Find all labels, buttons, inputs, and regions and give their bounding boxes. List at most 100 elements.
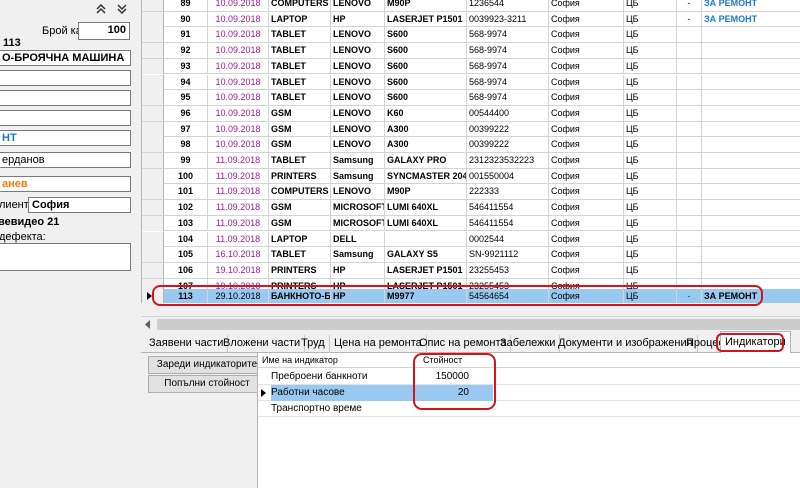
orange-status-field[interactable]: анев xyxy=(0,176,131,192)
row-indicator[interactable] xyxy=(142,184,164,200)
row-indicator[interactable] xyxy=(142,231,164,247)
row-indicator[interactable] xyxy=(142,43,164,59)
row-date: 10.09.2018 xyxy=(208,74,269,90)
expand-down-icon[interactable] xyxy=(114,1,130,17)
row-indicator[interactable] xyxy=(142,168,164,184)
row-indicator[interactable] xyxy=(142,11,164,27)
repairs-grid[interactable]: 89 10.09.2018 COMPUTERS LENOVO M90P 1236544 Со… xyxy=(141,0,800,303)
row-type: TABLET xyxy=(269,247,331,263)
row-model: M90P xyxy=(385,184,467,200)
fill-value-button[interactable]: Попълни стойност xyxy=(148,375,266,393)
indicator-value[interactable]: 150000 xyxy=(408,369,493,385)
cards-count-field[interactable]: 100 xyxy=(78,22,130,40)
row-date: 16.10.2018 xyxy=(208,247,269,263)
row-model: M9977 xyxy=(385,289,467,303)
row-flag: - xyxy=(677,289,702,303)
row-serial: 568-9974 xyxy=(467,58,549,74)
device-title-field[interactable]: О-БРОЯЧНА МАШИНА xyxy=(0,50,131,66)
tab[interactable]: Заявени части xyxy=(145,335,229,353)
indicator-row-selected[interactable]: Работни часове 20 xyxy=(258,385,800,401)
row-indicator[interactable] xyxy=(142,27,164,43)
row-date: 10.09.2018 xyxy=(208,137,269,153)
row-indicator[interactable] xyxy=(142,137,164,153)
table-row[interactable]: 102 11.09.2018 GSM MICROSOFT LUMI 640XL 54641… xyxy=(142,200,800,216)
left-panel-header xyxy=(0,0,141,18)
row-indicator[interactable] xyxy=(142,105,164,121)
row-serial: 568-9974 xyxy=(467,27,549,43)
indicator-row[interactable]: Транспортно време xyxy=(258,401,800,417)
row-flag xyxy=(677,200,702,216)
row-indicator[interactable] xyxy=(142,90,164,106)
table-row[interactable]: 90 10.09.2018 LAPTOP HP LASERJET P1501 003992… xyxy=(142,11,800,28)
row-type: TABLET xyxy=(269,90,331,106)
horizontal-scrollbar[interactable] xyxy=(141,316,800,331)
table-row[interactable]: 106 19.10.2018 PRINTERS HP LASERJET P1501 232… xyxy=(142,262,800,279)
table-row[interactable]: 105 16.10.2018 TABLET Samsung GALAXY S5 SN-99… xyxy=(142,247,800,263)
client-field[interactable]: София xyxy=(28,197,131,213)
indicator-value[interactable]: 20 xyxy=(408,385,493,401)
tab[interactable]: Вложени части xyxy=(219,335,306,353)
name-field[interactable]: ерданов xyxy=(0,152,131,168)
row-date: 11.09.2018 xyxy=(208,231,269,247)
row-number: 113 xyxy=(164,289,208,303)
row-city: София xyxy=(549,105,624,121)
text-field-1[interactable] xyxy=(0,70,131,86)
table-row[interactable]: 94 10.09.2018 TABLET LENOVO S600 568-9974 Софи… xyxy=(142,74,800,91)
table-row[interactable]: 91 10.09.2018 TABLET LENOVO S600 568-9974 Софи… xyxy=(142,27,800,44)
table-row[interactable]: 96 10.09.2018 GSM LENOVO K60 00544400 София ЦБ xyxy=(142,105,800,122)
status-field[interactable]: НТ xyxy=(0,130,131,146)
row-serial: 001550004 xyxy=(467,168,549,184)
tab[interactable]: Труд xyxy=(297,335,330,353)
card-number: 113 xyxy=(3,37,21,49)
row-type: PRINTERS xyxy=(269,262,331,278)
row-indicator[interactable] xyxy=(142,247,164,263)
table-row[interactable]: 104 11.09.2018 LAPTOP DELL 0002544 София ЦБ xyxy=(142,231,800,248)
row-indicator[interactable] xyxy=(142,200,164,216)
load-indicators-button[interactable]: Зареди индикаторите xyxy=(148,356,266,374)
table-row[interactable]: 89 10.09.2018 COMPUTERS LENOVO M90P 1236544 Со… xyxy=(142,0,800,12)
tab[interactable]: Цена на ремонта xyxy=(330,335,427,353)
indicators-grid[interactable]: Име на индикатор Стойност Преброени банк… xyxy=(257,353,800,488)
table-row[interactable]: 95 10.09.2018 TABLET LENOVO S600 568-9974 Софи… xyxy=(142,90,800,106)
row-status: ЗА РЕМОНТ xyxy=(704,0,758,8)
row-status: ЗА РЕМОНТ xyxy=(704,13,758,24)
table-row[interactable]: 93 10.09.2018 TABLET LENOVO S600 568-9974 Софи… xyxy=(142,58,800,75)
row-indicator[interactable] xyxy=(142,58,164,74)
row-indicator[interactable] xyxy=(142,215,164,231)
row-serial: 00399222 xyxy=(467,121,549,137)
row-model xyxy=(385,231,467,247)
row-serial: 00399222 xyxy=(467,137,549,153)
row-flag: - xyxy=(677,0,702,11)
defect-field[interactable] xyxy=(0,243,131,271)
row-status xyxy=(702,27,800,42)
row-type: TABLET xyxy=(269,74,331,90)
row-flag xyxy=(677,247,702,263)
text-field-3[interactable] xyxy=(0,110,131,126)
row-indicator[interactable] xyxy=(142,121,164,137)
row-flag xyxy=(677,74,702,90)
table-row[interactable]: 101 11.09.2018 COMPUTERS LENOVO M90P 222333 Со… xyxy=(142,184,800,201)
tab-indicators-active[interactable]: Индикатори xyxy=(720,331,791,353)
row-type: LAPTOP xyxy=(269,231,331,247)
row-indicator[interactable] xyxy=(142,74,164,90)
row-indicator[interactable] xyxy=(142,289,164,303)
table-row[interactable]: 100 11.09.2018 PRINTERS Samsung SYNCMASTER 2… xyxy=(142,168,800,185)
row-model: S600 xyxy=(385,43,467,59)
table-row[interactable]: 97 10.09.2018 GSM LENOVO A300 00399222 София ЦБ xyxy=(142,121,800,138)
row-status xyxy=(702,169,800,184)
table-row[interactable]: 98 10.09.2018 GSM LENOVO A300 00399222 София ЦБ xyxy=(142,137,800,153)
row-indicator[interactable] xyxy=(142,153,164,168)
text-field-2[interactable] xyxy=(0,90,131,106)
scrollbar-thumb[interactable] xyxy=(157,319,800,330)
table-row-selected[interactable]: 113 29.10.2018 БАНКНОТО-БР HP M9977 54564654 С… xyxy=(142,289,800,303)
row-indicator[interactable] xyxy=(142,0,164,11)
indicator-row[interactable]: Преброени банкноти 150000 xyxy=(258,369,800,385)
table-row[interactable]: 92 10.09.2018 TABLET LENOVO S600 568-9974 Софи… xyxy=(142,43,800,59)
table-row[interactable]: 103 11.09.2018 GSM MICROSOFT LUMI 640XL 54641… xyxy=(142,215,800,232)
row-office: ЦБ xyxy=(624,121,677,137)
tab[interactable]: Документи и изображения xyxy=(554,335,698,353)
table-row[interactable]: 99 11.09.2018 TABLET Samsung GALAXY PRO 23123… xyxy=(142,153,800,169)
collapse-up-icon[interactable] xyxy=(93,1,109,17)
row-indicator[interactable] xyxy=(142,262,164,278)
tab[interactable]: Забележки xyxy=(496,335,561,353)
